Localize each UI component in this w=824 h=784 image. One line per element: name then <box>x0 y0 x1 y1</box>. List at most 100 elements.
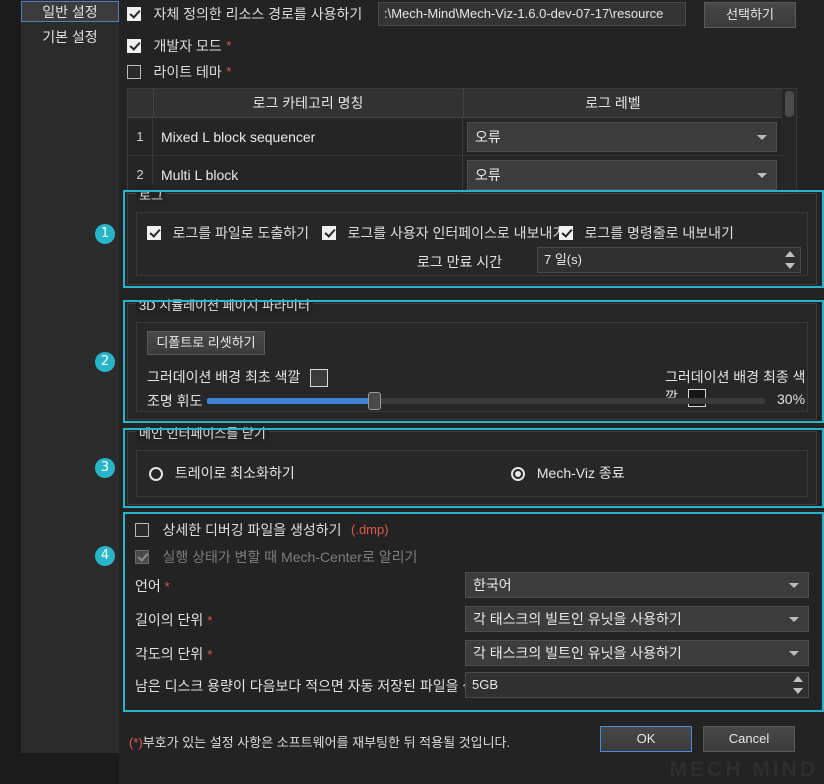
simulation-group-inner: 디폴트로 리셋하기 그러데이션 배경 최초 색깔 그러데이션 배경 최종 색깔 … <box>136 322 808 412</box>
disk-threshold-label: 남은 디스크 용량이 다음보다 적으면 자동 저장된 파일을 삭제하기: <box>135 678 518 694</box>
log-group: 로그 로그를 파일로 도출하기 로그를 사용자 인터페이스로 내보내기 로그를 … <box>127 185 817 285</box>
sidebar-item-general[interactable]: 일반 설정 <box>21 1 119 22</box>
radio-selected-icon[interactable] <box>511 467 525 482</box>
select-path-button[interactable]: 선택하기 <box>704 2 796 28</box>
table-scrollbar-thumb[interactable] <box>785 91 794 117</box>
log-export-file-checkbox-icon[interactable] <box>147 226 161 240</box>
gradient-start-row[interactable]: 그러데이션 배경 최초 색깔 <box>147 367 329 388</box>
sidebar-item-basic-label: 기본 설정 <box>42 29 98 45</box>
log-export-file-row[interactable]: 로그를 파일로 도출하기 <box>147 223 309 243</box>
row-level-cell[interactable]: 오류 <box>463 118 784 156</box>
sidebar-panel: 일반 설정 기본 설정 <box>21 0 119 753</box>
language-required-star: * <box>164 579 170 594</box>
developer-mode-label: 개발자 모드 <box>153 38 222 54</box>
radio-exit-mechviz[interactable]: Mech-Viz 종료 <box>511 463 625 483</box>
light-theme-checkbox-icon[interactable] <box>127 65 141 79</box>
notify-mechcenter-label: 실행 상태가 변할 때 Mech-Center로 알리기 <box>162 549 418 565</box>
length-unit-label: 길이의 단위 <box>135 612 204 628</box>
row-level-value: 오류 <box>475 129 501 145</box>
main-content: 자체 정의한 리소스 경로를 사용하기 :\Mech-Mind\Mech-Viz… <box>119 0 824 784</box>
brightness-value: 30% <box>777 391 806 407</box>
resource-path-checkbox-icon[interactable] <box>127 7 141 21</box>
debug-file-row[interactable]: 상세한 디버깅 파일을 생성하기 (.dmp) <box>135 520 389 540</box>
chevron-down-icon <box>789 583 799 588</box>
debug-file-label: 상세한 디버깅 파일을 생성하기 <box>162 522 342 538</box>
resource-path-label: 자체 정의한 리소스 경로를 사용하기 <box>153 6 363 22</box>
disk-threshold-value: 5GB <box>472 677 499 692</box>
settings-dialog: 일반 설정 기본 설정 자체 정의한 리소스 경로를 사용하기 :\Mech-M… <box>0 0 824 784</box>
brightness-slider-handle[interactable] <box>368 392 382 410</box>
radio-minimize-label: 트레이로 최소화하기 <box>174 465 295 481</box>
row-level-combo[interactable]: 오류 <box>467 160 777 190</box>
chevron-down-icon[interactable] <box>785 263 795 269</box>
resource-path-row[interactable]: 자체 정의한 리소스 경로를 사용하기 <box>127 4 362 24</box>
developer-mode-checkbox-icon[interactable] <box>127 39 141 53</box>
table-header-row: 로그 카테고리 명칭 로그 레벨 <box>128 89 796 195</box>
log-export-cmd-row[interactable]: 로그를 명령줄로 내보내기 <box>559 223 734 243</box>
chevron-down-icon[interactable] <box>793 688 803 694</box>
cancel-button[interactable]: Cancel <box>703 726 795 752</box>
sidebar-item-basic[interactable]: 기본 설정 <box>21 27 119 48</box>
table-row[interactable]: 1 Mixed L block sequencer 오류 <box>128 118 796 156</box>
angle-unit-label: 각도의 단위 <box>135 646 204 662</box>
restart-note-text: 부호가 있는 설정 사항은 소프트웨어를 재부팅한 뒤 적용될 것입니다. <box>142 735 511 750</box>
log-category-table[interactable]: 로그 카테고리 명칭 로그 레벨 1 Mixed L block sequenc… <box>127 88 797 196</box>
developer-mode-row[interactable]: 개발자 모드 * <box>127 36 231 56</box>
radio-unselected-icon[interactable] <box>149 467 163 482</box>
annotation-badge-3: 3 <box>95 458 115 478</box>
length-unit-combo[interactable]: 각 태스크의 빌트인 유닛을 사용하기 <box>465 606 809 632</box>
chevron-up-icon[interactable] <box>793 676 803 682</box>
radio-minimize-to-tray[interactable]: 트레이로 최소화하기 <box>149 463 295 483</box>
gradient-start-color-swatch[interactable] <box>310 369 329 388</box>
simulation-group-title: 3D 시뮬레이션 페이지 파라미터 <box>136 295 313 314</box>
notify-mechcenter-checkbox-icon <box>135 550 149 564</box>
radio-exit-label: Mech-Viz 종료 <box>536 465 625 481</box>
developer-mode-required-star: * <box>226 38 232 54</box>
light-theme-label: 라이트 테마 <box>153 64 222 80</box>
chevron-down-icon <box>757 135 767 140</box>
angle-unit-value: 각 태스크의 빌트인 유닛을 사용하기 <box>473 645 682 661</box>
disk-threshold-spinbox[interactable]: 5GB <box>465 672 809 698</box>
chevron-up-icon[interactable] <box>785 251 795 257</box>
log-export-ui-row[interactable]: 로그를 사용자 인터페이스로 내보내기 <box>322 223 565 243</box>
language-combo[interactable]: 한국어 <box>465 572 809 598</box>
angle-unit-required-star: * <box>207 647 213 662</box>
close-behavior-group: 메인 인터페이스를 닫기 트레이로 최소화하기 Mech-Viz 종료 <box>127 423 817 505</box>
log-export-ui-label: 로그를 사용자 인터페이스로 내보내기 <box>347 225 566 241</box>
language-value: 한국어 <box>473 577 512 593</box>
annotation-badge-4: 4 <box>95 546 115 566</box>
table-header-category: 로그 카테고리 명칭 <box>153 89 464 117</box>
disk-threshold-stepper[interactable] <box>790 674 806 696</box>
brightness-slider[interactable] <box>207 392 765 410</box>
length-unit-label-row: 길이의 단위 * <box>135 610 212 630</box>
log-expire-value: 7 일(s) <box>544 252 582 267</box>
length-unit-required-star: * <box>207 613 213 628</box>
light-theme-row[interactable]: 라이트 테마 * <box>127 62 231 82</box>
log-export-cmd-checkbox-icon[interactable] <box>559 226 573 240</box>
log-group-title: 로그 <box>136 185 166 204</box>
light-theme-required-star: * <box>226 64 232 80</box>
log-export-file-label: 로그를 파일로 도출하기 <box>172 225 310 241</box>
close-behavior-group-title: 메인 인터페이스를 닫기 <box>136 423 269 442</box>
debug-file-checkbox-icon[interactable] <box>135 523 149 537</box>
restart-note: (*)부호가 있는 설정 사항은 소프트웨어를 재부팅한 뒤 적용될 것입니다. <box>129 732 510 751</box>
row-level-combo[interactable]: 오류 <box>467 122 777 152</box>
log-expire-stepper[interactable] <box>782 249 798 271</box>
brightness-label: 조명 휘도 <box>147 393 203 409</box>
table-header-level: 로그 레벨 <box>585 95 641 111</box>
reset-defaults-button[interactable]: 디폴트로 리셋하기 <box>147 331 265 355</box>
table-row[interactable]: 2 Multi L block 오류 <box>128 156 796 194</box>
resource-path-input[interactable]: :\Mech-Mind\Mech-Viz-1.6.0-dev-07-17\res… <box>378 2 686 26</box>
gradient-start-label: 그러데이션 배경 최초 색깔 <box>147 369 301 385</box>
log-export-ui-checkbox-icon[interactable] <box>322 226 336 240</box>
annotation-badge-2: 2 <box>95 352 115 372</box>
restart-note-mark: (*) <box>129 735 143 750</box>
row-level-cell[interactable]: 오류 <box>463 156 784 194</box>
brightness-slider-fill <box>207 398 375 404</box>
close-behavior-inner: 트레이로 최소화하기 Mech-Viz 종료 <box>136 450 808 497</box>
angle-unit-label-row: 각도의 단위 * <box>135 644 212 664</box>
annotation-badge-1: 1 <box>95 224 115 244</box>
angle-unit-combo[interactable]: 각 태스크의 빌트인 유닛을 사용하기 <box>465 640 809 666</box>
log-expire-spinbox[interactable]: 7 일(s) <box>537 247 801 273</box>
ok-button[interactable]: OK <box>600 726 692 752</box>
